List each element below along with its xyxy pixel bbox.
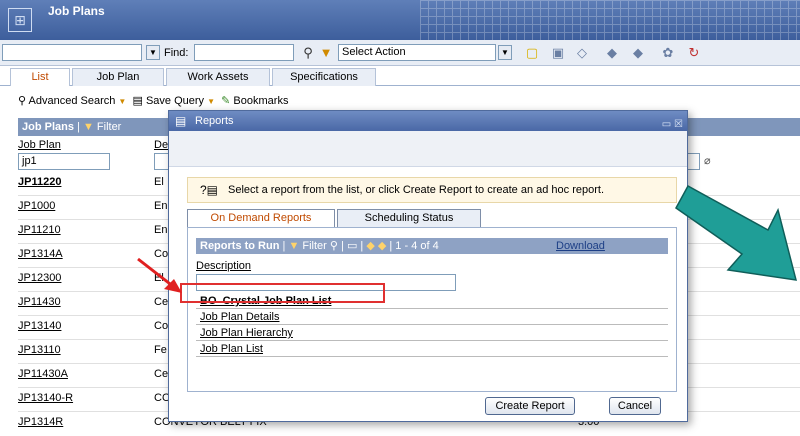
job-plan-filter-input[interactable]: jp1 bbox=[18, 153, 110, 170]
title-bar: ⊞ Job Plans bbox=[0, 0, 800, 40]
select-action-dropdown[interactable]: Select Action bbox=[338, 44, 496, 61]
save-query-link[interactable]: Save Query bbox=[146, 95, 204, 107]
job-plan-link[interactable]: JP13140 bbox=[18, 320, 61, 332]
list-title: Job Plans bbox=[22, 121, 74, 133]
row-description: Ce bbox=[154, 296, 169, 308]
job-plan-link[interactable]: JP12300 bbox=[18, 272, 61, 284]
list-filter-link[interactable]: Filter bbox=[97, 121, 121, 133]
panel-filter-link[interactable]: Filter bbox=[302, 240, 326, 252]
report-item[interactable]: Job Plan Details bbox=[196, 310, 668, 325]
highlight-box bbox=[180, 283, 385, 303]
duration-filter-input[interactable] bbox=[686, 153, 700, 170]
row-description: En bbox=[154, 224, 168, 236]
binoculars-small-icon: ⚲ bbox=[18, 95, 27, 107]
previous-icon[interactable]: ◆ bbox=[604, 45, 620, 61]
new-record-icon[interactable]: ▢ bbox=[524, 45, 540, 61]
teal-pointer-arrow-icon bbox=[675, 184, 798, 281]
row-description: Co bbox=[154, 320, 169, 332]
next-icon[interactable]: ◆ bbox=[630, 45, 646, 61]
download-link[interactable]: Download bbox=[556, 238, 605, 254]
reports-panel: Reports to Run | ▼ Filter ⚲ | ▭ | ◆ ◆ | … bbox=[187, 227, 677, 392]
cancel-button[interactable]: Cancel bbox=[609, 397, 661, 415]
report-item[interactable]: Job Plan List bbox=[196, 342, 668, 357]
tab-job-plan[interactable]: Job Plan bbox=[72, 68, 164, 86]
row-description: Fe bbox=[154, 344, 167, 356]
job-plan-link[interactable]: JP1314A bbox=[18, 248, 63, 260]
record-input[interactable] bbox=[2, 44, 142, 61]
dialog-title-bar[interactable]: ▤ Reports ▭ ☒ bbox=[169, 111, 687, 131]
previous-page-icon[interactable]: ◆ bbox=[366, 240, 374, 252]
refresh-icon[interactable]: ↻ bbox=[686, 45, 702, 61]
next-page-icon[interactable]: ◆ bbox=[378, 240, 386, 252]
red-pointer-arrow-icon bbox=[137, 257, 182, 293]
report-item[interactable]: Job Plan Hierarchy bbox=[196, 326, 668, 341]
job-plan-link[interactable]: JP1000 bbox=[18, 200, 55, 212]
job-plan-link[interactable]: JP11210 bbox=[18, 224, 61, 236]
reports-dialog: ▤ Reports ▭ ☒ ?▤ Select a report from th… bbox=[168, 110, 688, 422]
filter-icon[interactable]: ▼ bbox=[318, 45, 334, 61]
info-icon: ?▤ bbox=[200, 183, 219, 197]
find-input[interactable] bbox=[194, 44, 294, 61]
filter-tool-icon[interactable]: ⌀ bbox=[704, 154, 711, 167]
toolbar: ▼ Find: ⚲ ▼ Select Action ▼ ▢ ▣ ◇ ◆ ◆ ✿ … bbox=[0, 40, 800, 66]
advanced-search-dropdown-icon[interactable]: ▼ bbox=[118, 97, 126, 106]
row-description: El bbox=[154, 176, 164, 188]
job-plan-link[interactable]: JP1314R bbox=[18, 416, 63, 428]
tab-specifications[interactable]: Specifications bbox=[272, 68, 376, 86]
close-icon[interactable]: ☒ bbox=[674, 119, 683, 130]
paging-text: 1 - 4 of 4 bbox=[395, 240, 439, 252]
save-icon[interactable]: ▣ bbox=[550, 45, 566, 61]
create-report-button[interactable]: Create Report bbox=[485, 397, 575, 415]
filter-funnel-icon: ▼ bbox=[82, 121, 94, 133]
app-title: Job Plans bbox=[48, 4, 105, 18]
find-label: Find: bbox=[164, 47, 189, 59]
col-job-plan[interactable]: Job Plan bbox=[18, 139, 61, 151]
save-query-dropdown-icon[interactable]: ▼ bbox=[207, 97, 215, 106]
bookmarks-link[interactable]: Bookmarks bbox=[233, 95, 288, 107]
job-plan-link[interactable]: JP13110 bbox=[18, 344, 61, 356]
tab-on-demand-reports[interactable]: On Demand Reports bbox=[187, 209, 335, 227]
clear-icon[interactable]: ◇ bbox=[574, 45, 590, 61]
advanced-search-link[interactable]: Advanced Search bbox=[29, 95, 116, 107]
record-dropdown-button[interactable]: ▼ bbox=[146, 45, 160, 60]
binoculars-icon[interactable]: ⚲ bbox=[330, 240, 338, 252]
select-action-label: Select Action bbox=[342, 46, 406, 58]
save-query-icon: ▤ bbox=[132, 95, 143, 107]
maximize-icon[interactable]: ▭ bbox=[662, 119, 671, 130]
col-description[interactable]: De bbox=[154, 139, 168, 151]
bookmark-icon: ✎ bbox=[221, 95, 231, 107]
tab-scheduling-status[interactable]: Scheduling Status bbox=[337, 209, 481, 227]
filter-funnel-icon: ▼ bbox=[288, 240, 300, 252]
tab-work-assets[interactable]: Work Assets bbox=[166, 68, 270, 86]
app-logo-icon: ⊞ bbox=[8, 8, 32, 32]
reports-to-run-header: Reports to Run | ▼ Filter ⚲ | ▭ | ◆ ◆ | … bbox=[196, 238, 668, 254]
row-description: Ce bbox=[154, 368, 169, 380]
job-plan-link[interactable]: JP11430 bbox=[18, 296, 61, 308]
select-action-dropdown-button[interactable]: ▼ bbox=[498, 45, 512, 60]
dialog-title: Reports bbox=[195, 115, 234, 127]
job-plan-filter-value: jp1 bbox=[22, 155, 37, 167]
tab-list[interactable]: List bbox=[10, 68, 70, 86]
reports-to-run-title: Reports to Run bbox=[200, 240, 280, 252]
job-plan-link[interactable]: JP13140-R bbox=[18, 392, 73, 404]
binoculars-icon[interactable]: ⚲ bbox=[300, 45, 316, 61]
settings-icon[interactable]: ✿ bbox=[660, 45, 676, 61]
search-bar: ⚲ Advanced Search ▼ ▤ Save Query ▼ ✎ Boo… bbox=[18, 94, 288, 110]
info-message: ?▤ Select a report from the list, or cli… bbox=[187, 177, 677, 203]
info-text: Select a report from the list, or click … bbox=[228, 184, 605, 196]
col-report-description[interactable]: Description bbox=[196, 260, 251, 272]
title-bar-pattern bbox=[420, 0, 800, 40]
row-description: En bbox=[154, 200, 168, 212]
dialog-top-strip bbox=[169, 131, 687, 167]
job-plan-link[interactable]: JP11220 bbox=[18, 176, 61, 188]
reports-icon: ▤ bbox=[175, 114, 187, 128]
tab-bar: List Job Plan Work Assets Specifications bbox=[0, 66, 800, 86]
job-plan-link[interactable]: JP11430A bbox=[18, 368, 68, 380]
